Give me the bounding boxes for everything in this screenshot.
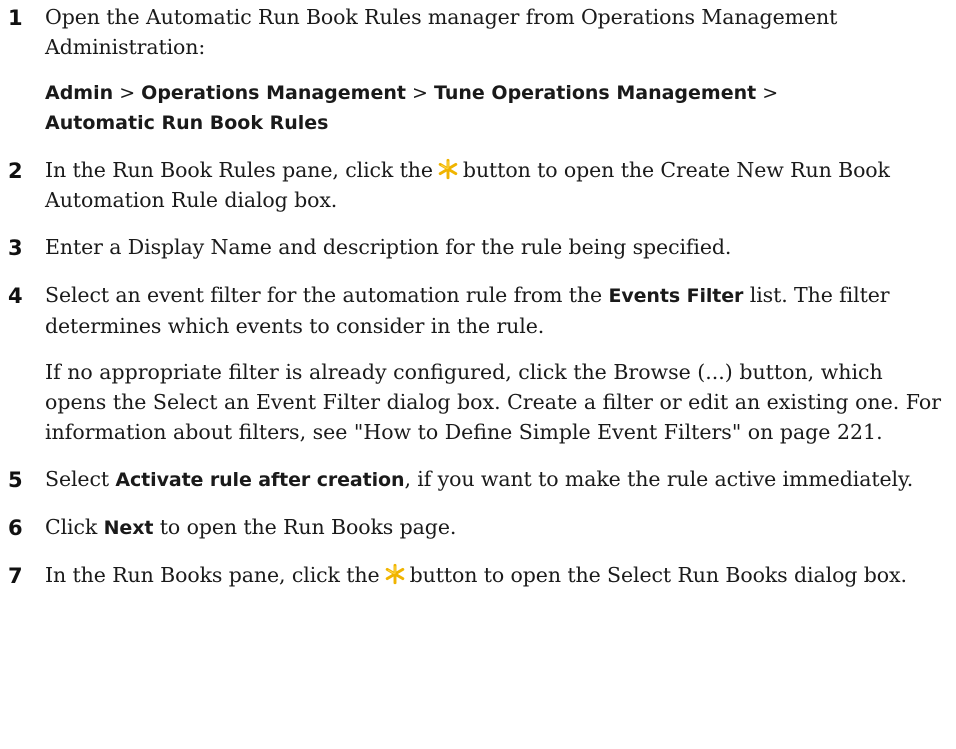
step-number: 7	[8, 564, 23, 588]
step-text: Select Activate rule after creation, if …	[45, 467, 914, 491]
step-4-details: If no appropriate filter is already conf…	[45, 360, 942, 444]
nav-path-separator: >	[762, 82, 779, 104]
step-text: Select an event filter for the automatio…	[45, 283, 890, 338]
nav-path-item: Tune Operations Management	[433, 82, 757, 104]
step-text: Click Next to open the Run Books page.	[45, 515, 457, 539]
nav-path-separator: >	[119, 82, 136, 104]
nav-path: Admin > Operations Management > Tune Ope…	[45, 78, 948, 138]
step-number: 5	[8, 468, 23, 492]
step-text: Open the Automatic Run Book Rules manage…	[45, 5, 838, 59]
step-number: 3	[8, 236, 23, 260]
step-text: In the Run Books pane, click the button …	[45, 563, 907, 587]
step-number: 1	[8, 6, 23, 30]
nav-path-item: Operations Management	[141, 82, 406, 104]
nav-path-item: Automatic Run Book Rules	[45, 112, 329, 134]
step-6: 6 Click Next to open the Run Books page.	[8, 512, 948, 543]
step-1: 1 Open the Automatic Run Book Rules mana…	[8, 2, 948, 62]
ui-term: Activate rule after creation	[115, 469, 405, 491]
procedure-document: 1 Open the Automatic Run Book Rules mana…	[8, 2, 948, 591]
nav-path-separator: >	[412, 82, 428, 104]
step-text: Enter a Display Name and description for…	[45, 235, 732, 259]
step-number: 2	[8, 159, 23, 183]
step-2: 2 In the Run Book Rules pane, click the …	[8, 155, 948, 215]
ui-term: Events Filter	[608, 285, 744, 307]
step-3: 3 Enter a Display Name and description f…	[8, 232, 948, 263]
step-number: 4	[8, 284, 23, 308]
step-5: 5 Select Activate rule after creation, i…	[8, 464, 948, 495]
ui-term: Next	[103, 517, 154, 539]
new-star-icon	[438, 158, 458, 180]
step-number: 6	[8, 516, 23, 540]
step-text: In the Run Book Rules pane, click the bu…	[45, 158, 890, 212]
new-star-icon	[385, 563, 404, 585]
step-4: 4 Select an event filter for the automat…	[8, 280, 948, 341]
nav-path-item: Admin	[45, 82, 114, 104]
step-7: 7 In the Run Books pane, click the butto…	[8, 560, 948, 591]
